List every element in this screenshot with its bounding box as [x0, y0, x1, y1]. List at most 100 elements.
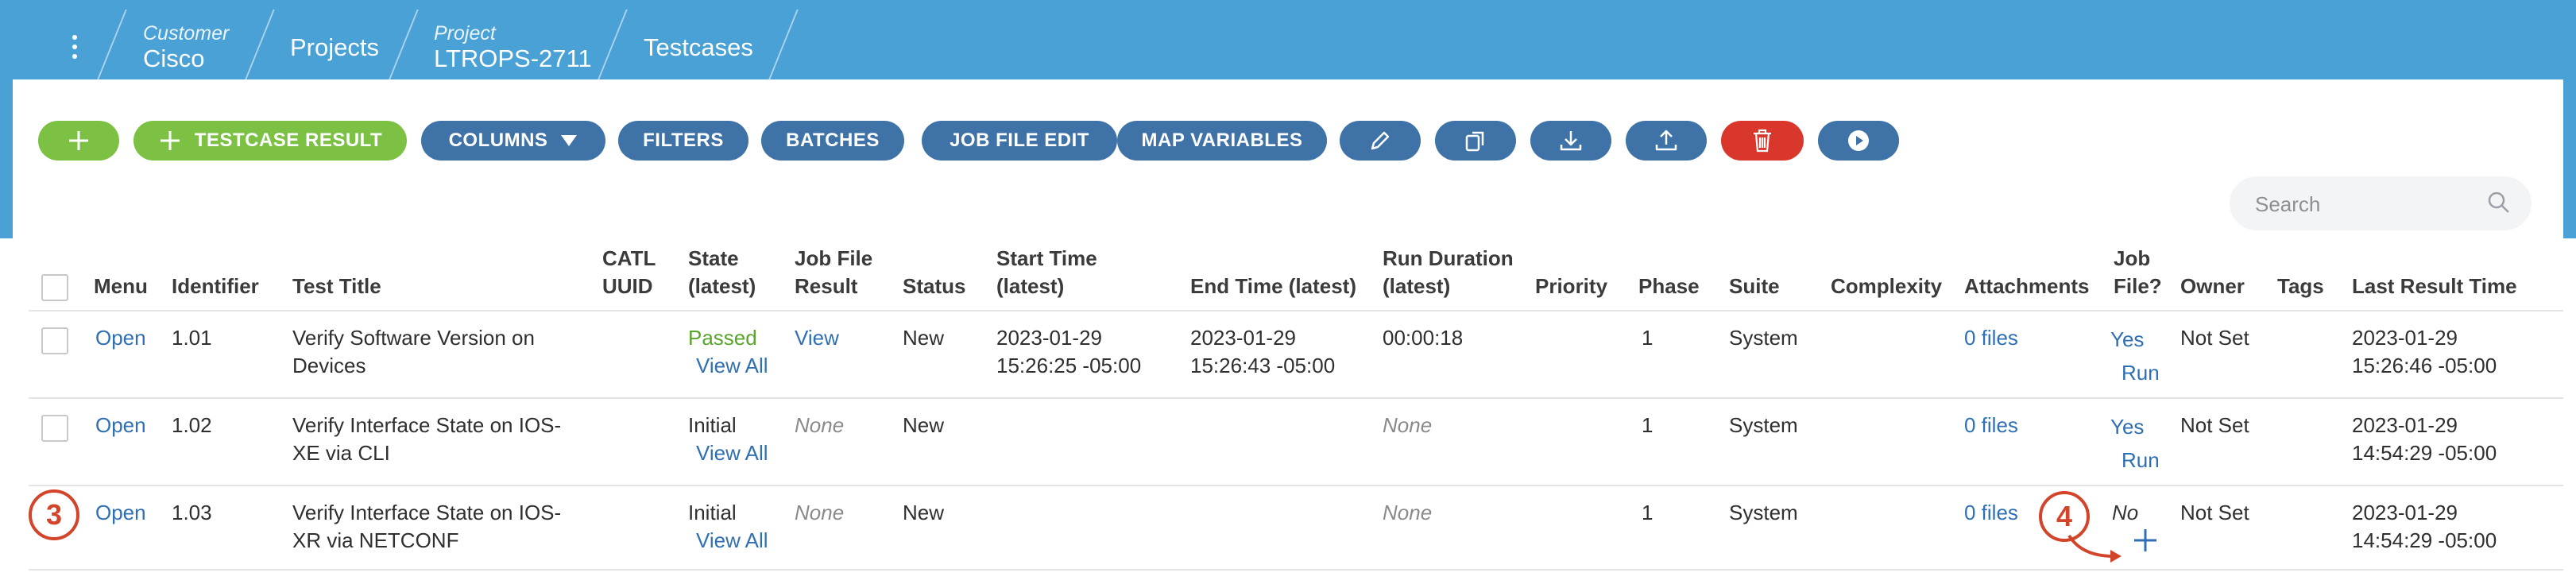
run-button[interactable] [1818, 121, 1899, 161]
header-run-duration-line1[interactable]: Run Duration [1383, 245, 1514, 273]
filters-button[interactable]: FILTERS [618, 121, 748, 161]
row-phase: 1 [1642, 326, 1654, 350]
breadcrumb-customer-value[interactable]: Cisco [143, 44, 205, 73]
columns-dropdown-button[interactable]: COLUMNS [421, 121, 605, 161]
row-view-all-link[interactable]: View All [696, 352, 768, 380]
row-phase: 1 [1642, 501, 1654, 524]
testcase-result-button[interactable]: TESTCASE RESULT [133, 121, 407, 161]
table-divider [29, 397, 2563, 399]
row-identifier: 1.02 [172, 413, 212, 437]
row-last-result-date: 2023-01-29 [2352, 501, 2458, 524]
header-job-file-result-line1[interactable]: Job File [795, 245, 872, 273]
job-file-edit-label: JOB FILE EDIT [950, 130, 1089, 151]
row-title-line1: Verify Interface State on IOS- [292, 501, 562, 524]
row-job-file-link[interactable]: Yes [2110, 326, 2144, 354]
copy-button[interactable] [1435, 121, 1516, 161]
table-divider [29, 569, 2563, 571]
header-complexity[interactable]: Complexity [1831, 273, 1942, 300]
row-checkbox[interactable] [41, 327, 68, 354]
breadcrumb-project-label: Project [434, 22, 496, 44]
batches-label: BATCHES [786, 130, 880, 151]
row-attachments-link[interactable]: 0 files [1964, 412, 2018, 439]
row-start-date: 2023-01-29 [996, 326, 1102, 350]
testcase-result-label: TESTCASE RESULT [194, 130, 383, 151]
job-file-edit-button[interactable]: JOB FILE EDIT [922, 121, 1117, 161]
batches-button[interactable]: BATCHES [761, 121, 904, 161]
callout-3-label: 3 [45, 498, 63, 531]
row-open-link[interactable]: Open [95, 499, 146, 527]
add-job-file-icon[interactable] [2133, 528, 2158, 553]
header-identifier[interactable]: Identifier [172, 273, 259, 300]
play-icon [1848, 130, 1869, 151]
row-identifier: 1.03 [172, 501, 212, 524]
header-priority[interactable]: Priority [1535, 273, 1607, 300]
row-job-file-result-link[interactable]: View [795, 324, 839, 352]
row-status: New [903, 501, 945, 524]
header-job-file-line1[interactable]: Job [2114, 245, 2150, 273]
header-status[interactable]: Status [903, 273, 965, 300]
row-job-file-link[interactable]: Yes [2110, 413, 2144, 441]
row-status: New [903, 413, 945, 437]
header-job-file-line2[interactable]: File? [2114, 273, 2162, 300]
upload-button[interactable] [1626, 121, 1707, 161]
row-job-file-value: No [2112, 501, 2139, 524]
header-state-line2[interactable]: (latest) [688, 273, 756, 300]
add-button[interactable] [38, 121, 119, 161]
header-owner[interactable]: Owner [2180, 273, 2245, 300]
row-open-link[interactable]: Open [95, 324, 146, 352]
row-status: New [903, 326, 945, 350]
copy-icon [1465, 131, 1484, 152]
header-catl-uuid-line1[interactable]: CATL [602, 245, 656, 273]
header-end-time[interactable]: End Time (latest) [1190, 273, 1356, 300]
row-view-all-link[interactable]: View All [696, 527, 768, 555]
header-tags[interactable]: Tags [2277, 273, 2324, 300]
row-suite: System [1729, 413, 1798, 437]
row-owner: Not Set [2180, 326, 2249, 350]
table-divider [29, 485, 2563, 486]
header-last-result-time[interactable]: Last Result Time [2352, 273, 2517, 300]
header-test-title[interactable]: Test Title [292, 273, 381, 300]
row-last-result-time: 15:26:46 -05:00 [2352, 354, 2497, 377]
row-title-line2: Devices [292, 354, 366, 377]
pencil-icon [1371, 131, 1390, 150]
delete-button[interactable] [1721, 121, 1804, 161]
row-run-link[interactable]: Run [2122, 447, 2160, 474]
row-view-all-link[interactable]: View All [696, 439, 768, 467]
row-state: Initial [688, 413, 737, 437]
row-checkbox[interactable] [41, 415, 68, 442]
trash-icon [1754, 129, 1771, 153]
search-input[interactable] [2253, 188, 2479, 221]
map-variables-button[interactable]: MAP VARIABLES [1117, 121, 1327, 161]
menu-dots-icon[interactable] [46, 21, 102, 72]
breadcrumb-separator [768, 10, 799, 79]
row-title-line2: XR via NETCONF [292, 528, 459, 552]
breadcrumb-separator [245, 10, 275, 79]
row-attachments-link[interactable]: 0 files [1964, 324, 2018, 352]
row-state: Initial [688, 501, 737, 524]
row-open-link[interactable]: Open [95, 412, 146, 439]
row-run-link[interactable]: Run [2122, 359, 2160, 387]
row-run-duration: None [1383, 501, 1433, 524]
edit-button[interactable] [1340, 121, 1421, 161]
header-phase[interactable]: Phase [1638, 273, 1700, 300]
select-all-checkbox[interactable] [41, 274, 68, 301]
breadcrumb-project-value[interactable]: LTROPS-2711 [434, 44, 592, 73]
header-job-file-result-line2[interactable]: Result [795, 273, 857, 300]
header-start-time-line1[interactable]: Start Time [996, 245, 1097, 273]
header-suite[interactable]: Suite [1729, 273, 1780, 300]
row-phase: 1 [1642, 413, 1654, 437]
row-run-duration: None [1383, 413, 1433, 437]
header-state-line1[interactable]: State [688, 245, 739, 273]
breadcrumb-projects[interactable]: Projects [290, 33, 379, 62]
search-box[interactable] [2230, 176, 2532, 230]
row-start-time: 15:26:25 -05:00 [996, 354, 1142, 377]
callout-4-label: 4 [2056, 500, 2073, 532]
header-catl-uuid-line2[interactable]: UUID [602, 273, 653, 300]
breadcrumb-testcases[interactable]: Testcases [644, 33, 753, 62]
header-start-time-line2[interactable]: (latest) [996, 273, 1064, 300]
row-attachments-link[interactable]: 0 files [1964, 499, 2018, 527]
row-state: Passed [688, 326, 757, 350]
header-run-duration-line2[interactable]: (latest) [1383, 273, 1450, 300]
download-button[interactable] [1530, 121, 1611, 161]
header-attachments[interactable]: Attachments [1964, 273, 2089, 300]
